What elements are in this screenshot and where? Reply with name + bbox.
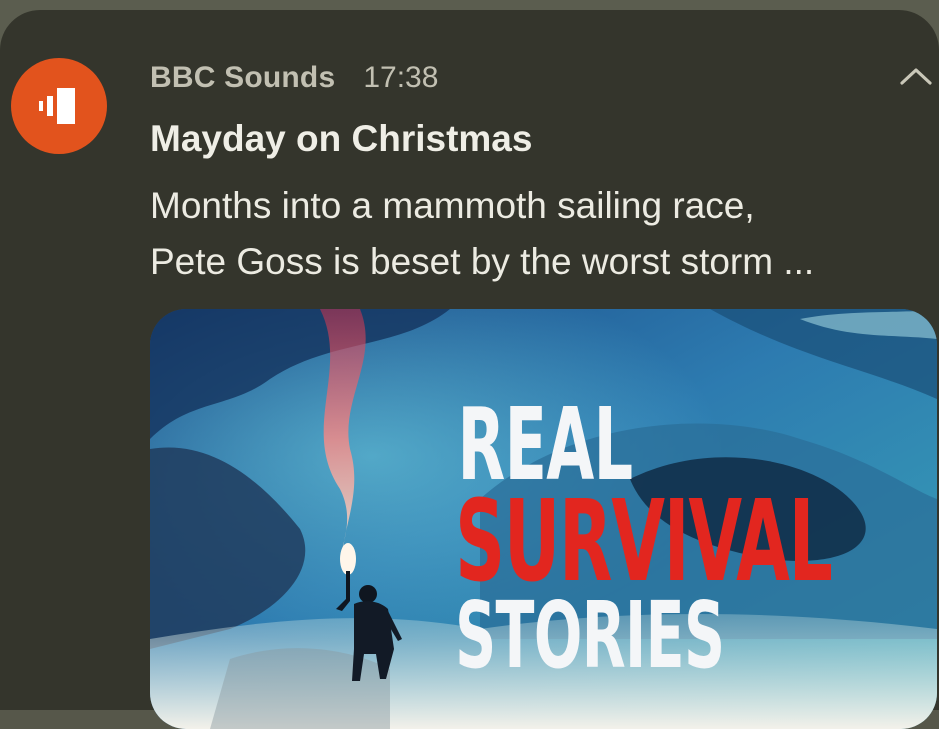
notification-header: BBC Sounds 17:38	[150, 58, 438, 98]
bbc-sounds-icon	[11, 58, 107, 154]
body-line: Months into a mammoth sailing race,	[150, 185, 755, 226]
notification-title: Mayday on Christmas	[150, 118, 533, 159]
collapse-button[interactable]	[896, 60, 936, 92]
artwork-title: REAL SURVIVAL STORIES	[455, 395, 833, 690]
notification-time: 17:38	[363, 61, 439, 94]
podcast-artwork[interactable]: REAL SURVIVAL STORIES	[150, 309, 937, 729]
app-name: BBC Sounds	[150, 61, 336, 94]
body-line: Pete Goss is beset by the worst storm ..…	[150, 241, 815, 282]
artwork-title-line: STORIES	[455, 582, 725, 690]
artwork-title-line: SURVIVAL	[455, 486, 833, 598]
chevron-up-icon	[900, 68, 932, 85]
notification-body: Months into a mammoth sailing race, Pete…	[150, 178, 939, 290]
